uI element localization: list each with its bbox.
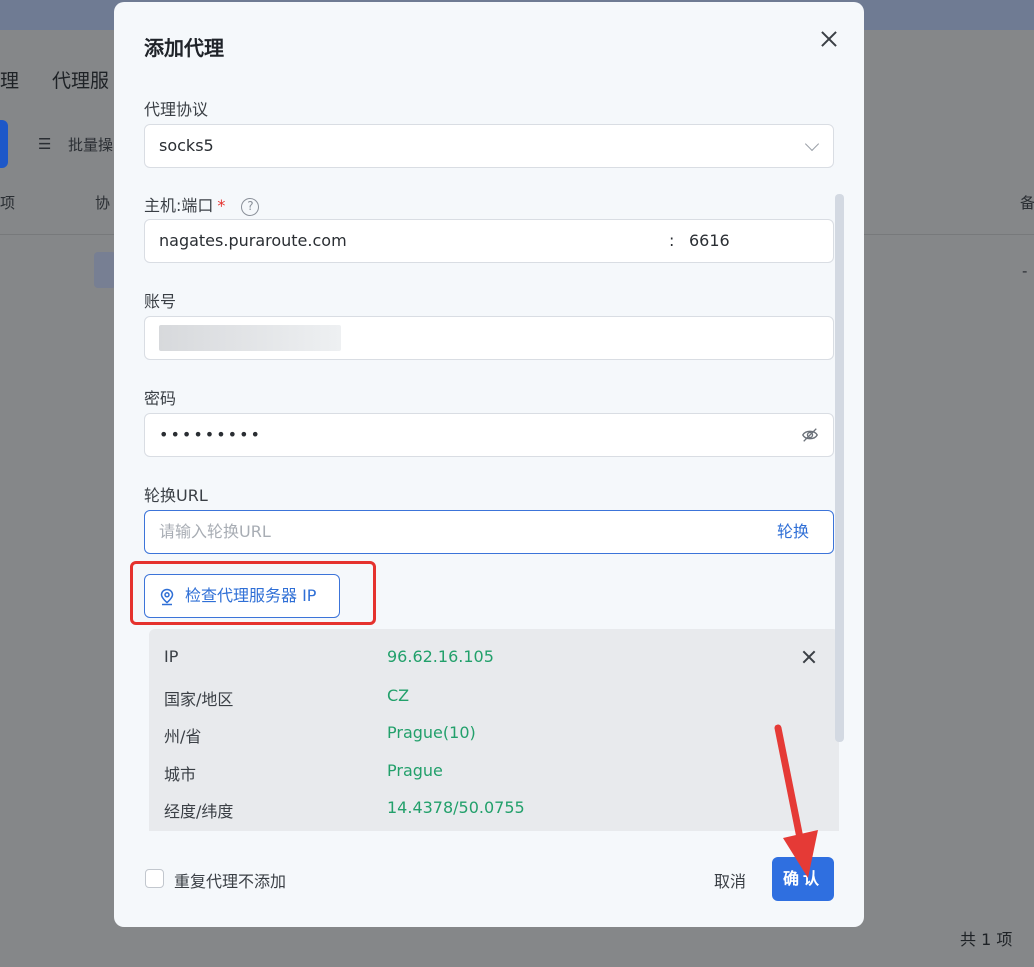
background-total-count: 共 1 项 <box>960 930 1013 949</box>
info-value: 96.62.16.105 <box>387 647 494 666</box>
info-key: 州/省 <box>164 727 202 746</box>
dialog-title: 添加代理 <box>144 36 224 60</box>
host-port-separator: : <box>669 231 675 250</box>
skip-duplicate-label: 重复代理不添加 <box>174 872 287 891</box>
confirm-button[interactable]: 确认 <box>772 857 834 901</box>
info-key: IP <box>164 647 179 666</box>
eye-off-icon[interactable] <box>801 426 819 444</box>
required-mark: * <box>217 196 226 215</box>
info-value: 14.4378/50.0755 <box>387 798 525 817</box>
add-proxy-dialog: 添加代理 代理协议 socks5 主机:端口 *? nagates.purarou… <box>114 2 864 927</box>
background-nav-item: 代理服 <box>52 70 110 92</box>
highlight-annotation-box <box>130 561 376 625</box>
info-key: 城市 <box>164 765 197 784</box>
close-icon[interactable] <box>814 24 844 54</box>
password-value: ••••••••• <box>159 425 262 444</box>
background-primary-button <box>0 120 8 168</box>
background-column-header: 备 <box>1020 194 1034 212</box>
background-nav-item: 理 <box>0 70 20 92</box>
rotate-url-input[interactable]: 请输入轮换URL 轮换 <box>144 510 834 554</box>
port-input[interactable]: 6616 <box>689 220 730 262</box>
info-value: CZ <box>387 686 410 705</box>
host-port-label-text: 主机:端口 <box>144 196 214 215</box>
dialog-scrollbar[interactable] <box>835 194 844 742</box>
rotate-url-placeholder: 请输入轮换URL <box>159 522 271 541</box>
background-column-header: 协 <box>95 194 111 212</box>
help-icon[interactable]: ? <box>241 198 260 216</box>
cancel-button[interactable]: 取消 <box>714 868 746 892</box>
protocol-label: 代理协议 <box>144 100 209 119</box>
info-key: 国家/地区 <box>164 690 234 709</box>
password-label: 密码 <box>144 389 177 408</box>
account-label: 账号 <box>144 292 177 311</box>
skip-duplicate-checkbox[interactable] <box>145 869 164 888</box>
host-port-label: 主机:端口 *? <box>144 192 260 216</box>
host-port-field[interactable]: nagates.puraroute.com : 6616 <box>144 219 834 263</box>
background-location-chip <box>94 252 116 288</box>
protocol-value: socks5 <box>159 136 214 155</box>
password-input[interactable]: ••••••••• <box>144 413 834 457</box>
background-cell: - <box>1022 262 1028 280</box>
rotate-url-label: 轮换URL <box>144 486 208 505</box>
account-input[interactable] <box>144 316 834 360</box>
background-list-icon: ☰ <box>38 135 52 153</box>
info-value: Prague <box>387 761 443 780</box>
protocol-select[interactable]: socks5 <box>144 124 834 168</box>
redacted-account-value <box>159 325 341 351</box>
rotate-button[interactable]: 轮换 <box>777 511 809 553</box>
info-key: 经度/纬度 <box>164 802 234 821</box>
host-input[interactable]: nagates.puraroute.com <box>159 231 347 250</box>
info-value: Prague(10) <box>387 723 476 742</box>
chevron-down-icon <box>804 136 820 152</box>
close-icon[interactable] <box>799 647 819 667</box>
background-batch-button: 批量操 <box>68 136 114 154</box>
background-column-header: 项 <box>0 194 16 212</box>
ip-info-panel: IP 96.62.16.105 国家/地区 CZ 州/省 Prague(10) … <box>149 629 839 831</box>
